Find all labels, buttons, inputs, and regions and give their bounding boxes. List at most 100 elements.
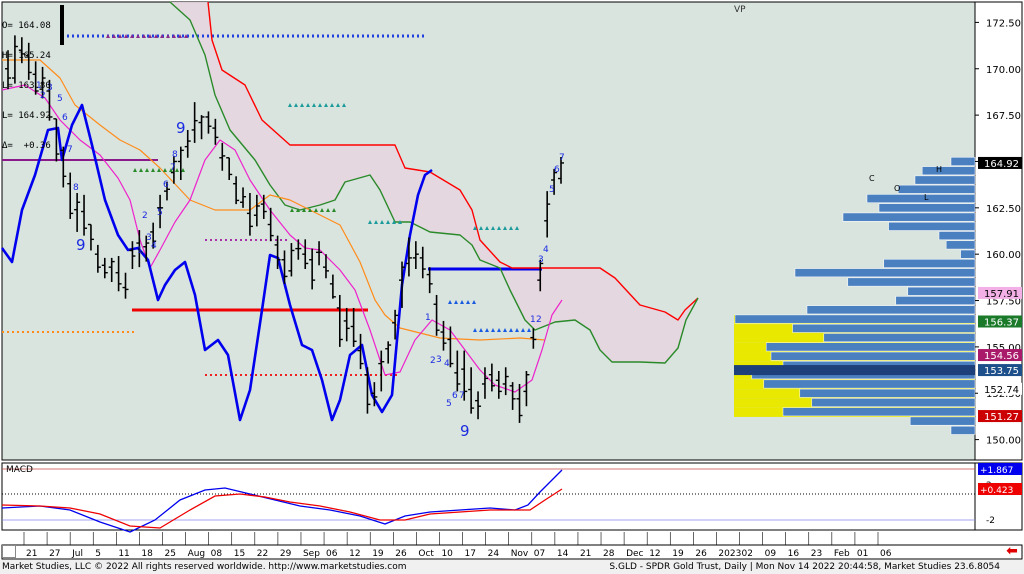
vp-bar — [907, 286, 976, 296]
macd-pane: 2-2+1.867+0.423 — [1, 462, 1023, 533]
copyright-text: Market Studies, LLC © 2022 All rights re… — [2, 562, 407, 572]
x-tick-label: 29 — [280, 549, 292, 559]
wave-count-label: 1 — [425, 313, 431, 323]
scroll-left-arrow-icon[interactable]: ⬅ — [1004, 544, 1020, 558]
x-tick-label: 01 — [857, 549, 868, 559]
vp-bar — [765, 342, 976, 352]
price-tag-label: 156.37 — [984, 317, 1019, 328]
x-tick-label: Jul — [71, 549, 83, 559]
x-tick-label: 23 — [811, 549, 822, 559]
wave-count-label: 9 — [176, 119, 186, 137]
vp-bar — [945, 240, 976, 250]
x-tick-label: 2023 — [718, 549, 741, 559]
last-value: L= 164.92 — [2, 111, 51, 121]
vp-poc-band — [734, 365, 975, 376]
high-value: H= 165.24 — [2, 51, 51, 61]
x-tick-label: 18 — [141, 549, 153, 559]
wave-count-label: 9 — [76, 236, 86, 254]
x-tick-label: 15 — [234, 549, 245, 559]
macd-value-label: +1.867 — [980, 466, 1013, 476]
y-tick-label: 170.00 — [986, 65, 1021, 76]
vp-bar — [734, 314, 976, 324]
x-tick-label: 19 — [672, 549, 684, 559]
x-tick-label: Oct — [418, 549, 434, 559]
x-tick-label: 09 — [765, 549, 777, 559]
x-tick-label: 02 — [742, 549, 753, 559]
x-tick-label: 21 — [580, 549, 591, 559]
vp-letter: O — [894, 184, 900, 193]
vp-bar — [883, 259, 976, 268]
x-tick-label: 12 — [349, 549, 360, 559]
vp-bar — [794, 268, 976, 278]
vp-letter: H — [936, 165, 942, 174]
wave-count-label: 7 — [459, 391, 465, 401]
wave-count-label: 5 — [446, 399, 452, 409]
vp-bar — [799, 388, 976, 398]
wave-count-label: 7 — [67, 145, 73, 155]
wave-count-label: 5 — [57, 94, 63, 104]
wave-count-label: 6 — [62, 113, 68, 123]
x-tick-label: 19 — [372, 549, 384, 559]
vp-bar — [897, 184, 976, 194]
ohlc-readout: O= 164.08 H= 165.24 L= 163.80 L= 164.92 … — [2, 1, 51, 161]
vp-letter: L — [924, 193, 929, 202]
vp-bar — [950, 425, 976, 435]
x-tick-label: Sep — [303, 549, 320, 559]
y-tick-label: 167.50 — [986, 111, 1021, 122]
wave-count-label: 5 — [549, 185, 555, 195]
wave-count-label: 8 — [172, 150, 178, 160]
wave-count-label: 8 — [73, 183, 79, 193]
x-tick-label: Feb — [834, 549, 850, 559]
macd-tick-label: -2 — [986, 516, 995, 526]
x-tick-label: 26 — [695, 549, 707, 559]
vp-bar — [878, 203, 976, 213]
price-tag-label: 164.92 — [984, 159, 1019, 170]
y-tick-label: 172.50 — [986, 18, 1021, 29]
x-tick-label: 22 — [257, 549, 268, 559]
vp-bar — [770, 351, 976, 361]
wave-count-label: 5 — [157, 208, 163, 218]
wave-count-label: 2 — [142, 211, 148, 221]
wave-count-label: 2 — [536, 315, 542, 325]
vp-bar — [888, 221, 976, 231]
vp-bar — [763, 379, 976, 389]
vp-bar — [960, 249, 976, 259]
vp-bar — [842, 212, 976, 222]
vp-bar — [806, 305, 976, 315]
vp-bar — [950, 157, 976, 166]
price-chart: 12356789921347658123456791234567HCOL 2-2… — [0, 0, 1024, 574]
price-tag-label: 157.91 — [984, 289, 1019, 300]
vp-bar — [782, 407, 976, 417]
wave-count-label: 1 — [530, 315, 536, 325]
price-tag-label: 153.75 — [984, 366, 1019, 377]
vp-bar — [823, 333, 976, 343]
y-tick-label: 150.00 — [986, 436, 1021, 447]
x-tick-label: 16 — [788, 549, 800, 559]
x-tick-label: 11 — [118, 549, 129, 559]
vp-bar — [792, 323, 976, 333]
delta-value: Δ= +0.36 — [2, 141, 51, 151]
wave-count-label: 4 — [151, 241, 157, 251]
x-tick-label: 07 — [534, 549, 545, 559]
vp-bar — [811, 398, 976, 407]
corner-toggle[interactable] — [2, 545, 16, 558]
x-tick-label: 27 — [49, 549, 60, 559]
wave-count-label: 1 — [137, 246, 143, 256]
vp-bar — [895, 296, 976, 305]
vp-bar — [866, 194, 976, 203]
x-tick-label: 24 — [488, 549, 500, 559]
x-tick-label: 21 — [26, 549, 37, 559]
wave-count-label: 4 — [543, 245, 549, 255]
low-value: L= 163.80 — [2, 81, 51, 91]
wave-count-label: 6 — [554, 165, 560, 175]
x-tick-label: 14 — [557, 549, 569, 559]
open-value: O= 164.08 — [2, 21, 51, 31]
price-tag-label: 151.27 — [984, 412, 1019, 423]
vp-bar — [847, 277, 976, 287]
x-tick-label: Nov — [511, 549, 529, 559]
price-tag-label: 154.56 — [984, 351, 1019, 362]
vp-label: VP — [734, 5, 746, 15]
status-footer: Market Studies, LLC © 2022 All rights re… — [0, 560, 1024, 574]
y-tick-label: 162.50 — [986, 204, 1021, 215]
wave-count-label: 7 — [559, 153, 565, 163]
